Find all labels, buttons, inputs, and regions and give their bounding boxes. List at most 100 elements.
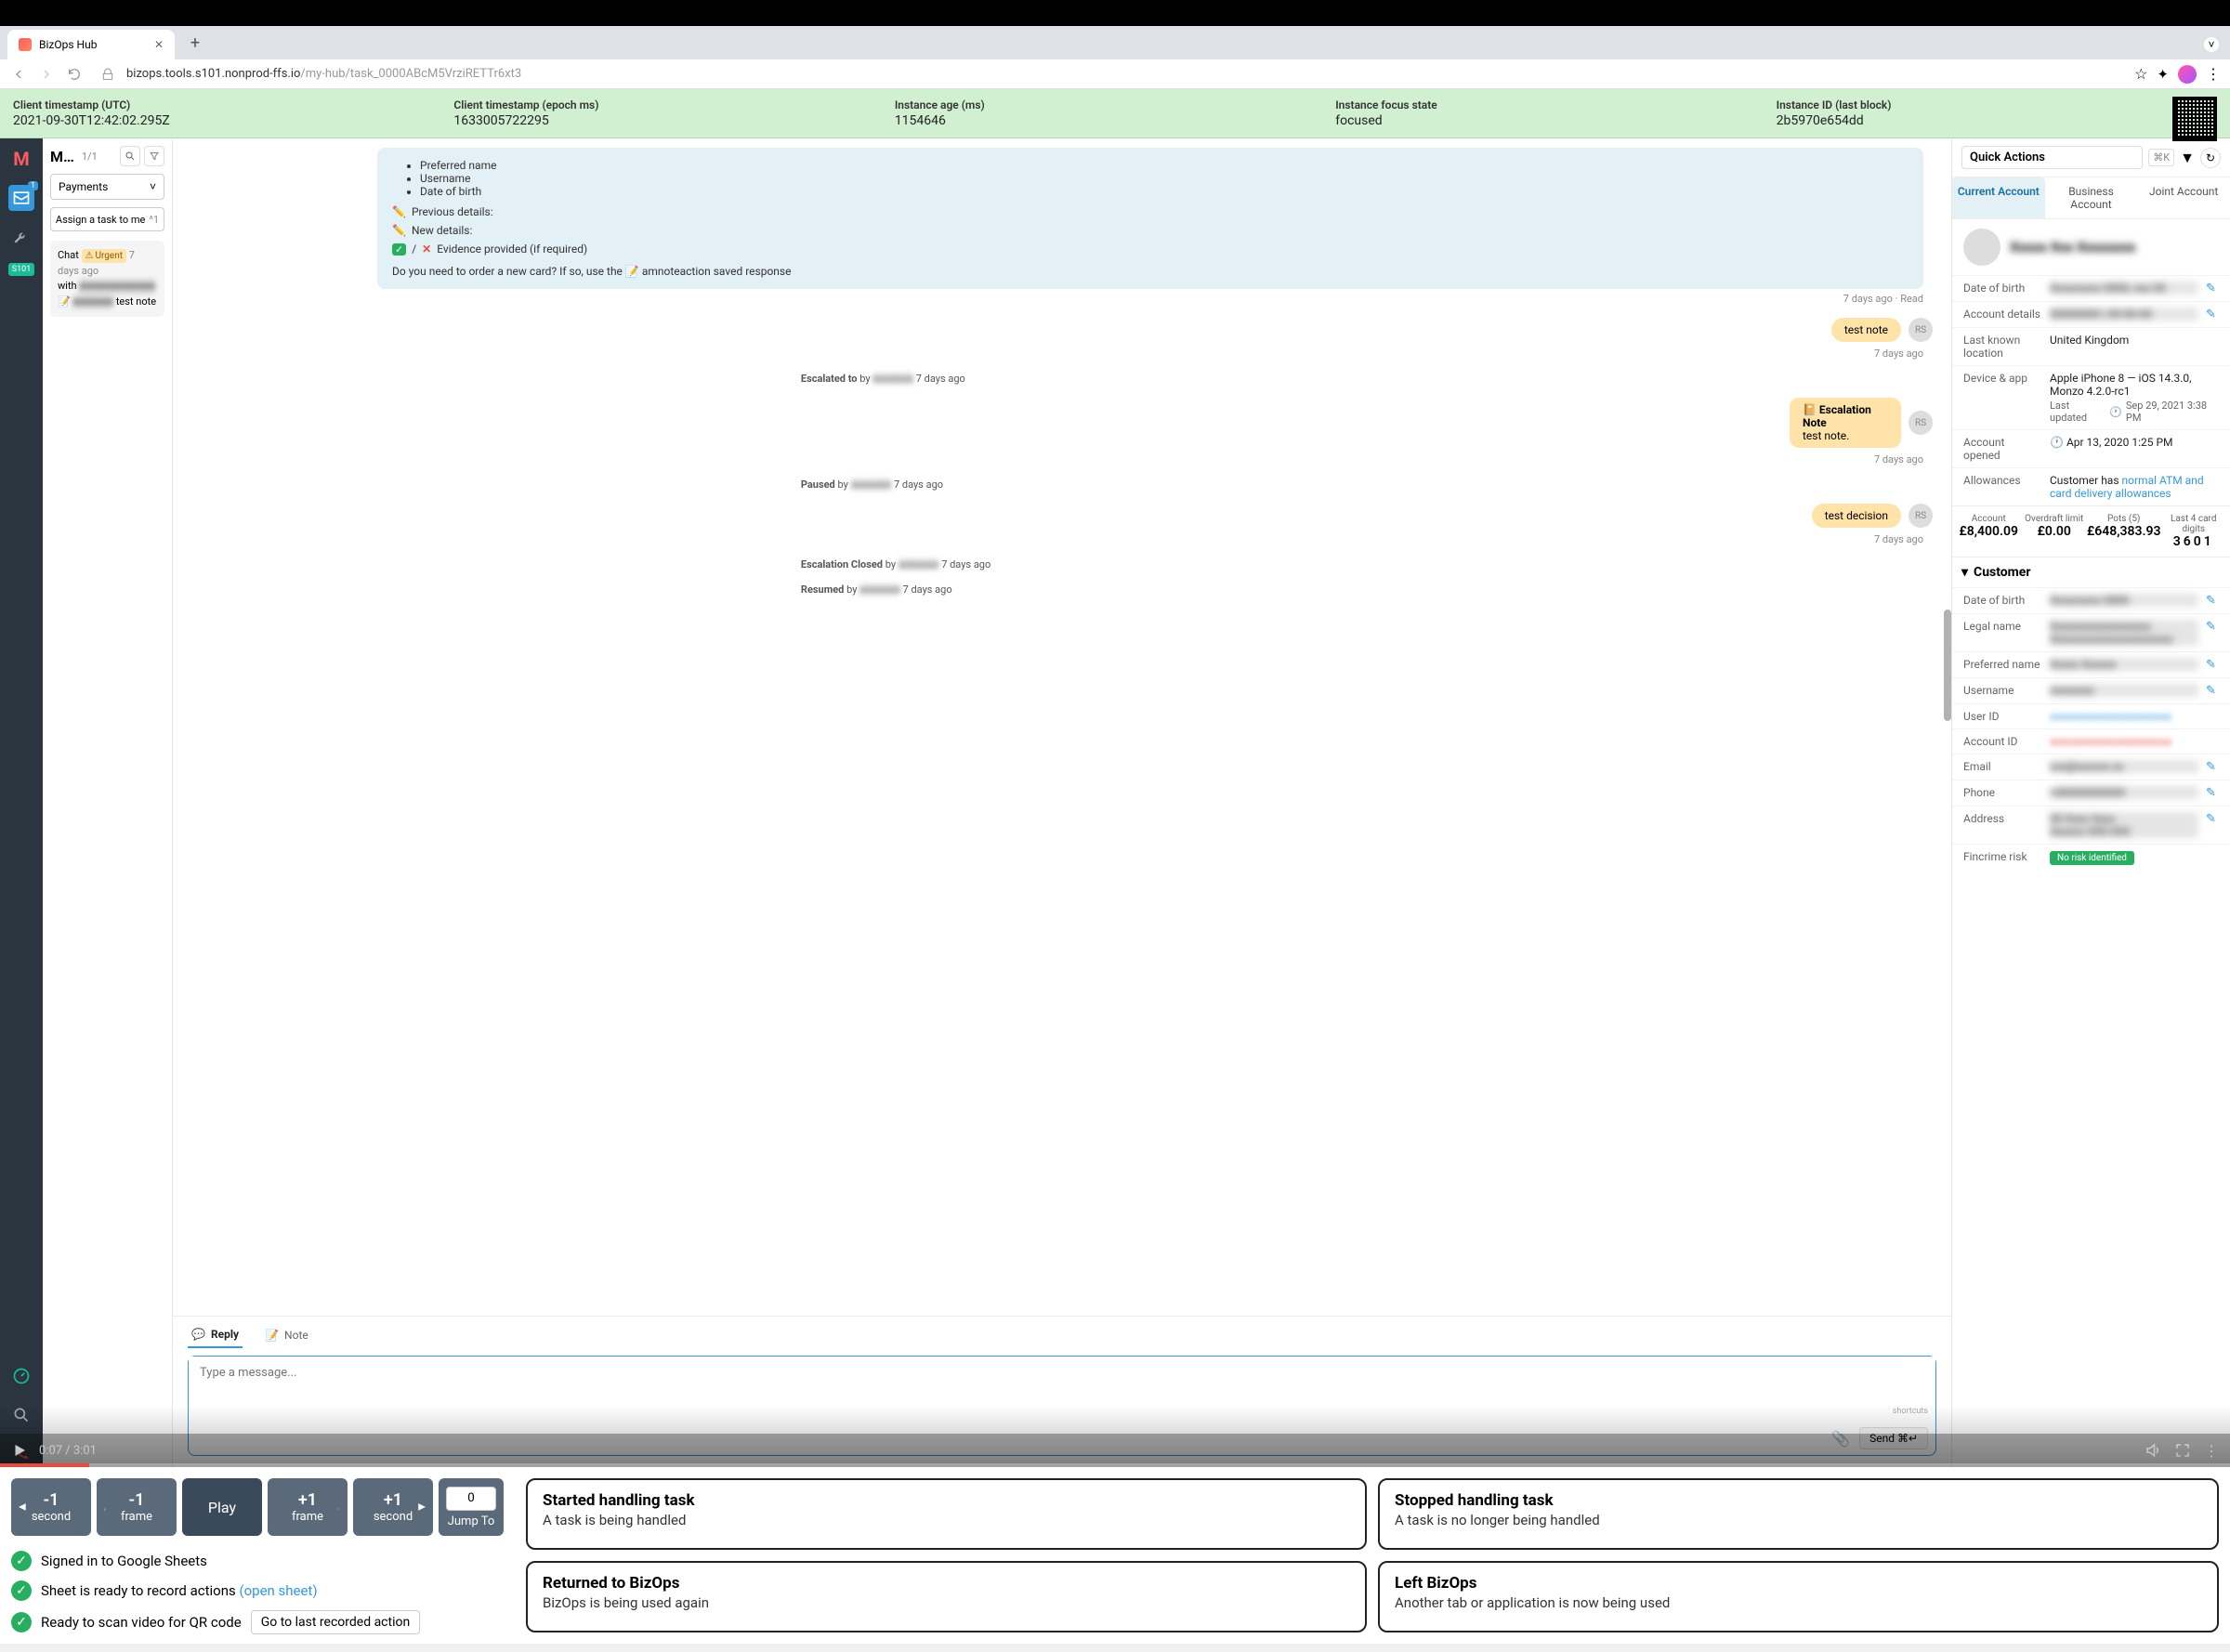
edit-icon[interactable]: ✎ xyxy=(2206,308,2219,321)
redacted: xxxxxxxx xyxy=(851,479,892,491)
scrollbar-thumb[interactable] xyxy=(1944,610,1951,721)
select-value: Payments xyxy=(59,180,108,193)
reload-button[interactable] xyxy=(65,65,84,84)
forward-second-button[interactable]: ▶ +1 second xyxy=(353,1478,433,1536)
inbox-icon[interactable]: 1 xyxy=(8,185,34,211)
browser-menu-icon[interactable]: ⋮ xyxy=(2206,65,2221,83)
gauge-icon[interactable] xyxy=(8,1363,34,1389)
goto-last-action-button[interactable]: Go to last recorded action xyxy=(251,1610,421,1634)
badge: 1 xyxy=(28,181,38,190)
event-stopped-handling[interactable]: Stopped handling task A task is no longe… xyxy=(1378,1478,2219,1550)
btn-label: second xyxy=(32,1510,71,1524)
play-button[interactable]: Play xyxy=(182,1478,262,1536)
assign-label: Assign a task to me xyxy=(56,214,145,226)
status-text: Sheet is ready to record actions (open s… xyxy=(41,1582,318,1599)
search-icon[interactable] xyxy=(8,1402,34,1428)
field-label: Phone xyxy=(1963,786,2042,799)
conversation-scroll[interactable]: Preferred name Username Date of birth ✏️… xyxy=(173,138,1951,1316)
dropdown-icon[interactable]: ▼ xyxy=(2180,149,2195,167)
customer-avatar xyxy=(1963,229,2000,266)
left-nav-rail: M 1 S101 xyxy=(0,138,43,1467)
edit-icon[interactable]: ✎ xyxy=(2206,658,2219,672)
tab-close-icon[interactable]: ✕ xyxy=(154,38,164,51)
forward-button[interactable] xyxy=(37,65,56,84)
assign-task-button[interactable]: Assign a task to me ^1 xyxy=(50,207,164,231)
chat-with: with xyxy=(58,280,77,292)
field-value: Apple iPhone 8 — iOS 14.3.0, Monzo 4.2.0… xyxy=(2050,372,2219,424)
edit-icon[interactable]: ✎ xyxy=(2206,812,2219,826)
event-left-bizops[interactable]: Left BizOps Another tab or application i… xyxy=(1378,1561,2219,1632)
tab-joint-account[interactable]: Joint Account xyxy=(2137,177,2230,218)
edit-icon[interactable]: ✎ xyxy=(2206,684,2219,698)
edit-icon[interactable]: ✎ xyxy=(2206,760,2219,774)
video-play-button[interactable] xyxy=(11,1442,28,1459)
event-time: 7 days ago xyxy=(916,373,965,385)
edit-icon[interactable]: ✎ xyxy=(2206,282,2219,295)
check-icon: ✓ xyxy=(392,243,406,256)
video-progress-bar[interactable] xyxy=(0,1463,2230,1467)
search-button[interactable] xyxy=(120,146,140,166)
redacted-value: Xxxxx Xxxxxx xyxy=(2050,658,2198,671)
tab-bar-menu[interactable]: ˅ xyxy=(2204,34,2219,52)
urgent-badge: ⚠ Urgent xyxy=(82,249,126,263)
customer-section-toggle[interactable]: ▾ Customer xyxy=(1952,557,2230,587)
forward-frame-button[interactable]: . +1 frame xyxy=(268,1478,348,1536)
message-input[interactable] xyxy=(189,1357,1935,1401)
extensions-icon[interactable]: ✦ xyxy=(2157,66,2169,83)
account-tabs: Current Account Business Account Joint A… xyxy=(1952,177,2230,219)
refresh-button[interactable]: ↻ xyxy=(2200,148,2221,168)
risk-badge: No risk identified xyxy=(2050,851,2134,865)
back-button[interactable] xyxy=(9,65,28,84)
status-item: ✓ Ready to scan video for QR code Go to … xyxy=(11,1610,504,1634)
video-menu-icon[interactable]: ⋮ xyxy=(2204,1442,2219,1460)
quick-actions-search[interactable]: Quick Actions xyxy=(1961,146,2143,169)
by-label: by xyxy=(838,479,848,491)
volume-icon[interactable] xyxy=(2145,1442,2161,1460)
tab-business-account[interactable]: Business Account xyxy=(2045,177,2138,218)
field-label: Fincrime risk xyxy=(1963,850,2042,863)
edit-icon[interactable]: ✎ xyxy=(2206,620,2219,634)
event-returned-bizops[interactable]: Returned to BizOps BizOps is being used … xyxy=(526,1561,1367,1632)
wrench-icon[interactable] xyxy=(8,224,34,250)
clock-icon: 🕐 xyxy=(2109,406,2122,418)
star-icon[interactable]: ☆ xyxy=(2134,65,2147,83)
field-value: Customer has normal ATM and card deliver… xyxy=(2050,474,2219,500)
url-field[interactable]: bizops.tools.s101.nonprod-ffs.io/my-hub/… xyxy=(126,67,2125,81)
field-value: United Kingdom xyxy=(2050,334,2219,347)
field-label: Last known location xyxy=(1963,334,2042,360)
triangle-left-icon: , xyxy=(104,1502,106,1513)
shortcuts-hint[interactable]: shortcuts xyxy=(1893,1407,1928,1416)
browser-tab[interactable]: BizOps Hub ✕ xyxy=(7,30,175,59)
category-select[interactable]: Payments ˅ xyxy=(50,174,164,200)
edit-icon[interactable]: ✎ xyxy=(2206,594,2219,608)
message-bubble: test note RS xyxy=(191,318,1933,342)
escalation-title: 📔 Escalation Note xyxy=(1803,403,1871,429)
edit-icon[interactable]: ✎ xyxy=(2206,786,2219,800)
redacted-value: xxxxxxxx xyxy=(2050,684,2198,697)
caret-down-icon: ▾ xyxy=(1961,565,1968,580)
open-sheet-link[interactable]: (open sheet) xyxy=(239,1582,317,1599)
note-tab[interactable]: 📝 Note xyxy=(261,1322,312,1348)
btn-num: +1 xyxy=(384,1490,402,1510)
logo-icon[interactable]: M xyxy=(8,146,34,172)
conversation-pane: Preferred name Username Date of birth ✏️… xyxy=(173,138,1951,1467)
back-second-button[interactable]: ◀ -1 second xyxy=(11,1478,91,1536)
btn-num: -1 xyxy=(129,1490,145,1510)
reply-tab[interactable]: 💬 Reply xyxy=(188,1322,243,1348)
jump-input[interactable] xyxy=(446,1487,496,1511)
message-meta: 7 days ago · Read xyxy=(191,293,1923,305)
filter-button[interactable] xyxy=(144,146,164,166)
tab-current-account[interactable]: Current Account xyxy=(1952,177,2045,218)
fullscreen-icon[interactable] xyxy=(2174,1442,2191,1460)
task-card[interactable]: Chat ⚠ Urgent 7 days ago with xxxxxxxxxx… xyxy=(50,241,164,317)
back-frame-button[interactable]: , -1 frame xyxy=(97,1478,177,1536)
task-list-panel: M… 1/1 Payments ˅ Assign a task to me ^1… xyxy=(43,138,173,1467)
task-count: 1/1 xyxy=(82,151,98,163)
profile-avatar[interactable] xyxy=(2178,65,2197,84)
new-tab-button[interactable]: + xyxy=(182,30,208,56)
redacted: xxxxxxxx xyxy=(872,373,913,385)
event-started-handling[interactable]: Started handling task A task is being ha… xyxy=(526,1478,1367,1550)
check-icon: ✓ xyxy=(11,1580,32,1601)
event-desc: BizOps is being used again xyxy=(543,1594,1350,1611)
field-value: No risk identified xyxy=(2050,850,2219,865)
